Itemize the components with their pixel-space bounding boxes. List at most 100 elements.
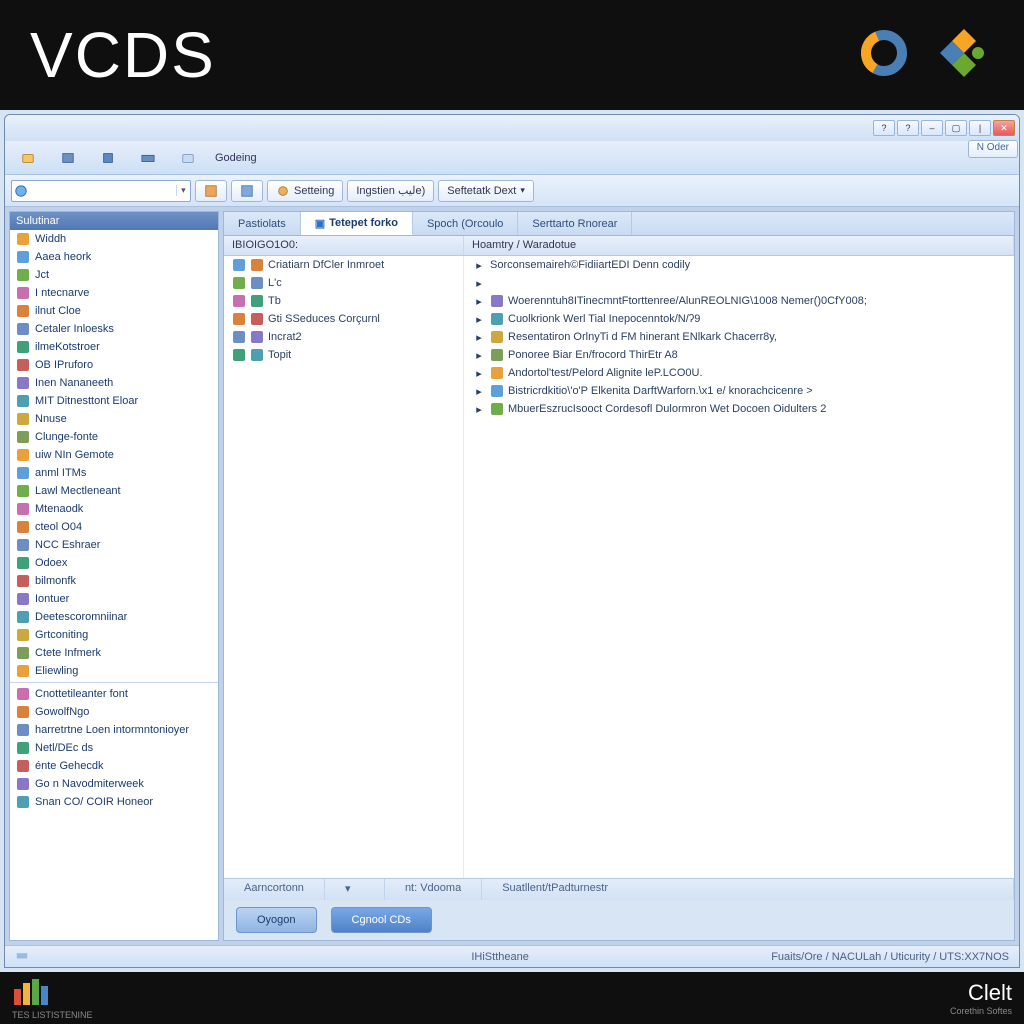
sidebar-item[interactable]: Eliewling <box>10 662 218 680</box>
sidebar-list-secondary: Cnottetileanter font GowolfNgoharretrtne … <box>10 685 218 811</box>
search-dropdown-icon[interactable]: ▾ <box>176 185 190 196</box>
cell-text: Sorconsemaireh©FidiiartEDI Denn codily <box>490 259 690 271</box>
sidebar-item[interactable]: anml ITMs <box>10 464 218 482</box>
cell-text: Bistricrdkitio\'o'P Elkenita DarftWarfor… <box>508 385 813 397</box>
toolbar-icon-1[interactable] <box>15 146 41 170</box>
bottom-tab-2[interactable]: Suatllent/tPadturnestr <box>482 879 1014 900</box>
toolbar-icon-5[interactable] <box>175 146 201 170</box>
grid-row-right[interactable]: ▸ <box>464 274 1014 292</box>
open-button[interactable]: Oyogon <box>236 907 317 933</box>
sidebar-item-label: Deetescoromniinar <box>35 611 127 623</box>
grid-body[interactable]: Criatiarn DfCler InmroetL'cTbGti SSeduce… <box>224 256 1014 878</box>
list-item-icon <box>250 348 264 362</box>
grid-row-left[interactable]: Tb <box>224 292 463 310</box>
list-item-icon <box>490 348 504 362</box>
list-item-icon <box>250 294 264 308</box>
cell-text: Cuolkrionk Werl Tial Inepocenntok/N/ʔ9 <box>508 313 700 325</box>
sidebar-item[interactable]: Jct <box>10 266 218 284</box>
help-button[interactable]: ? <box>873 120 895 136</box>
search-input[interactable] <box>30 185 176 197</box>
list-item-icon <box>16 304 30 318</box>
grid-row-right[interactable]: ▸ Bistricrdkitio\'o'P Elkenita DarftWarfo… <box>464 382 1014 400</box>
combo-selector[interactable]: Seftetatk Dext ▾ <box>438 180 534 202</box>
grid-row-left[interactable]: Incrat2 <box>224 328 463 346</box>
sidebar-item[interactable]: I ntecnarve <box>10 284 218 302</box>
sidebar-item[interactable]: Cnottetileanter font <box>10 685 218 703</box>
grid-row-left[interactable]: L'c <box>224 274 463 292</box>
sidebar-item[interactable]: Deetescoromniinar <box>10 608 218 626</box>
tab-1[interactable]: ▣Tetepet forko <box>301 212 413 235</box>
grid-row-right[interactable]: ▸Resentatiron OrlnyTi d FM hinerant ENlk… <box>464 328 1014 346</box>
sidebar-item[interactable]: harretrtne Loen intormntonioyer <box>10 721 218 739</box>
bottom-tab-1[interactable]: nt: Vdooma <box>385 879 482 900</box>
sidebar-item[interactable]: Mtenaodk <box>10 500 218 518</box>
footer-brand: Clelt <box>968 980 1012 1005</box>
sidebar-item[interactable]: OB IPruforo <box>10 356 218 374</box>
sidebar-item[interactable]: Go n Navodmiterweek <box>10 775 218 793</box>
sidebar-item[interactable]: énte Gehecdk <box>10 757 218 775</box>
sidebar-item[interactable]: GowolfNgo <box>10 703 218 721</box>
sidebar-item[interactable]: uiw NIn Gemote <box>10 446 218 464</box>
sidebar-item[interactable]: Iontuer <box>10 590 218 608</box>
sidebar-item[interactable]: Aaea heork <box>10 248 218 266</box>
status-left-icon <box>15 948 29 965</box>
sidebar-item[interactable]: MIT Ditnesttont Eloar <box>10 392 218 410</box>
grid-row-right[interactable]: ▸Andortol'test/Pelord Alignite leP.LCO0U… <box>464 364 1014 382</box>
tab-2[interactable]: Spoch (Orcoulo <box>413 212 518 235</box>
sidebar-item[interactable]: ilnut Cloe <box>10 302 218 320</box>
cell-text: Resentatiron OrlnyTi d FM hinerant ENlka… <box>508 331 777 343</box>
sidebar-item-label: I ntecnarve <box>35 287 89 299</box>
connect-button[interactable]: Cgnool CDs <box>331 907 432 933</box>
sidebar-item[interactable]: Netl/DEc ds <box>10 739 218 757</box>
grid-left-col: Criatiarn DfCler InmroetL'cTbGti SSeduce… <box>224 256 464 878</box>
grid-row-right[interactable]: ▸MbuerEszrucIsooct Cordesofl Dulormron W… <box>464 400 1014 418</box>
help2-button[interactable]: ? <box>897 120 919 136</box>
titlebar-pill[interactable]: N Oder <box>968 140 1018 158</box>
sidebar-item[interactable]: Snan CO/ COIR Honeor <box>10 793 218 811</box>
sidebar-item[interactable]: cteol O04 <box>10 518 218 536</box>
pre-close-button[interactable]: | <box>969 120 991 136</box>
sidebar-item-label: Clunge-fonte <box>35 431 98 443</box>
toolbar2-sq2[interactable] <box>231 180 263 202</box>
sidebar-item-label: Cnottetileanter font <box>35 688 128 700</box>
sidebar-item[interactable]: bilmonfk <box>10 572 218 590</box>
sidebar-item[interactable]: ilmeKotstroer <box>10 338 218 356</box>
bottom-tab-0[interactable]: Aarncortonn <box>224 879 325 900</box>
grid-row-left[interactable]: Criatiarn DfCler Inmroet <box>224 256 463 274</box>
sidebar-item[interactable]: Odoex <box>10 554 218 572</box>
sidebar-item[interactable]: Grtconiting <box>10 626 218 644</box>
grid-right-col: ▸Sorconsemaireh©FidiiartEDI Denn codily▸… <box>464 256 1014 878</box>
column-header-left[interactable]: IBIOIGO1O0: <box>224 236 464 255</box>
grid-row-right[interactable]: ▸Ponoree Biar En/frocord ThirEtr A8 <box>464 346 1014 364</box>
sidebar-item[interactable]: Clunge-fonte <box>10 428 218 446</box>
tab-0[interactable]: Pastiolats <box>224 212 301 235</box>
sidebar-item[interactable]: NCC Eshraer <box>10 536 218 554</box>
sidebar-item[interactable]: Ctete Infmerk <box>10 644 218 662</box>
sidebar-item[interactable]: Cetaler Inloesks <box>10 320 218 338</box>
toolbar2-sq1[interactable] <box>195 180 227 202</box>
toolbar-icon-3[interactable] <box>95 146 121 170</box>
toolbar-icon-4[interactable] <box>135 146 161 170</box>
sidebar-item[interactable]: Nnuse <box>10 410 218 428</box>
close-button[interactable]: ✕ <box>993 120 1015 136</box>
bottom-tab-dd[interactable]: ▾ <box>325 879 385 900</box>
grid-row-right[interactable]: ▸Woerenntuh8ITinecmntFtorttenree/AlunREO… <box>464 292 1014 310</box>
sidebar-item[interactable]: Lawl Mectleneant <box>10 482 218 500</box>
injection-button[interactable]: Ingstien ليبe) <box>347 180 434 202</box>
grid-row-right[interactable]: ▸Cuolkrionk Werl Tial Inepocenntok/N/ʔ9 <box>464 310 1014 328</box>
sidebar-item[interactable]: Widdh <box>10 230 218 248</box>
settings-button[interactable]: Setteing <box>267 180 343 202</box>
tab-3[interactable]: Serttarto Rnorear <box>518 212 632 235</box>
search-box[interactable]: ▾ <box>11 180 191 202</box>
list-item-icon <box>232 312 246 326</box>
column-header-right[interactable]: Hoamtry / Waradotue <box>464 236 1014 255</box>
chevron-right-icon: ▸ <box>472 384 486 398</box>
toolbar-icon-2[interactable] <box>55 146 81 170</box>
top-banner: VCDS <box>0 0 1024 110</box>
grid-row-right[interactable]: ▸Sorconsemaireh©FidiiartEDI Denn codily <box>464 256 1014 274</box>
grid-row-left[interactable]: Gti SSeduces Corçurnl <box>224 310 463 328</box>
grid-row-left[interactable]: Topit <box>224 346 463 364</box>
sidebar-item[interactable]: Inen Nananeeth <box>10 374 218 392</box>
minimize-button[interactable]: – <box>921 120 943 136</box>
maximize-button[interactable]: ▢ <box>945 120 967 136</box>
